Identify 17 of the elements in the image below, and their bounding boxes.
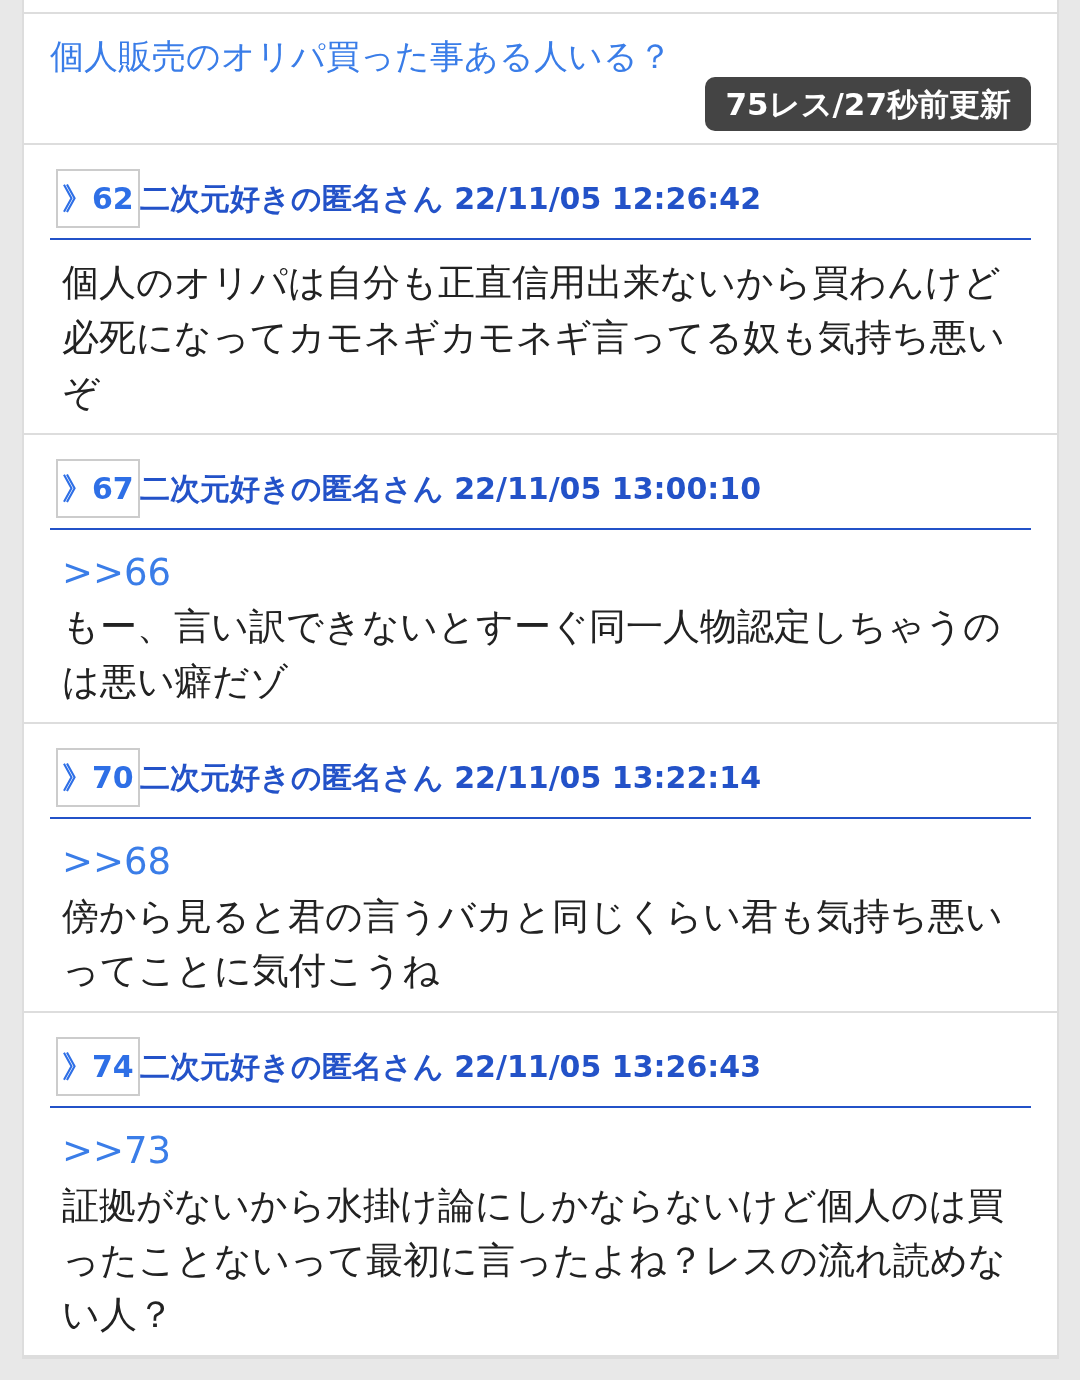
post-text: 個人のオリパは自分も正直信用出来ないから買わんけど必死になってカモネギカモネギ言ってる奴も気持ち悪いぞ xyxy=(62,260,1006,416)
reply-anchor-link[interactable]: >>73 xyxy=(62,1124,172,1179)
post-number-link[interactable]: 》62 xyxy=(56,169,140,229)
thread-title-link[interactable]: 個人販売のオリパ買った事ある人いる？ xyxy=(50,36,672,77)
post-text: 証拠がないから水掛け論にしかならないけど個人のは買ったことないって最初に言ったよね？レスの流れ読めない人？ xyxy=(62,1182,1007,1339)
reply-count-badge: 75レス/27秒前更新 xyxy=(705,76,1031,132)
post-text: 傍から見ると君の言うバカと同じくらい君も気持ち悪いってことに気付こうね xyxy=(62,893,1004,995)
reply-anchor-link[interactable]: >>66 xyxy=(62,545,172,601)
reply-anchor-link[interactable]: >>68 xyxy=(62,834,172,890)
post-text: もー、言い訳できないとすーぐ同一人物認定しちゃうのは悪い癖だゾ xyxy=(62,604,1002,706)
post-author-date: 二次元好きの匿名さん 22/11/05 13:22:14 xyxy=(139,758,762,797)
post-number-link[interactable]: 》70 xyxy=(56,747,140,807)
post-author-date: 二次元好きの匿名さん 22/11/05 13:26:43 xyxy=(139,1048,762,1087)
post-author-date: 二次元好きの匿名さん 22/11/05 12:26:42 xyxy=(139,180,762,219)
post-number-link[interactable]: 》67 xyxy=(56,458,140,518)
post-number-link[interactable]: 》74 xyxy=(56,1037,140,1097)
post-author-date: 二次元好きの匿名さん 22/11/05 13:00:10 xyxy=(139,469,762,508)
